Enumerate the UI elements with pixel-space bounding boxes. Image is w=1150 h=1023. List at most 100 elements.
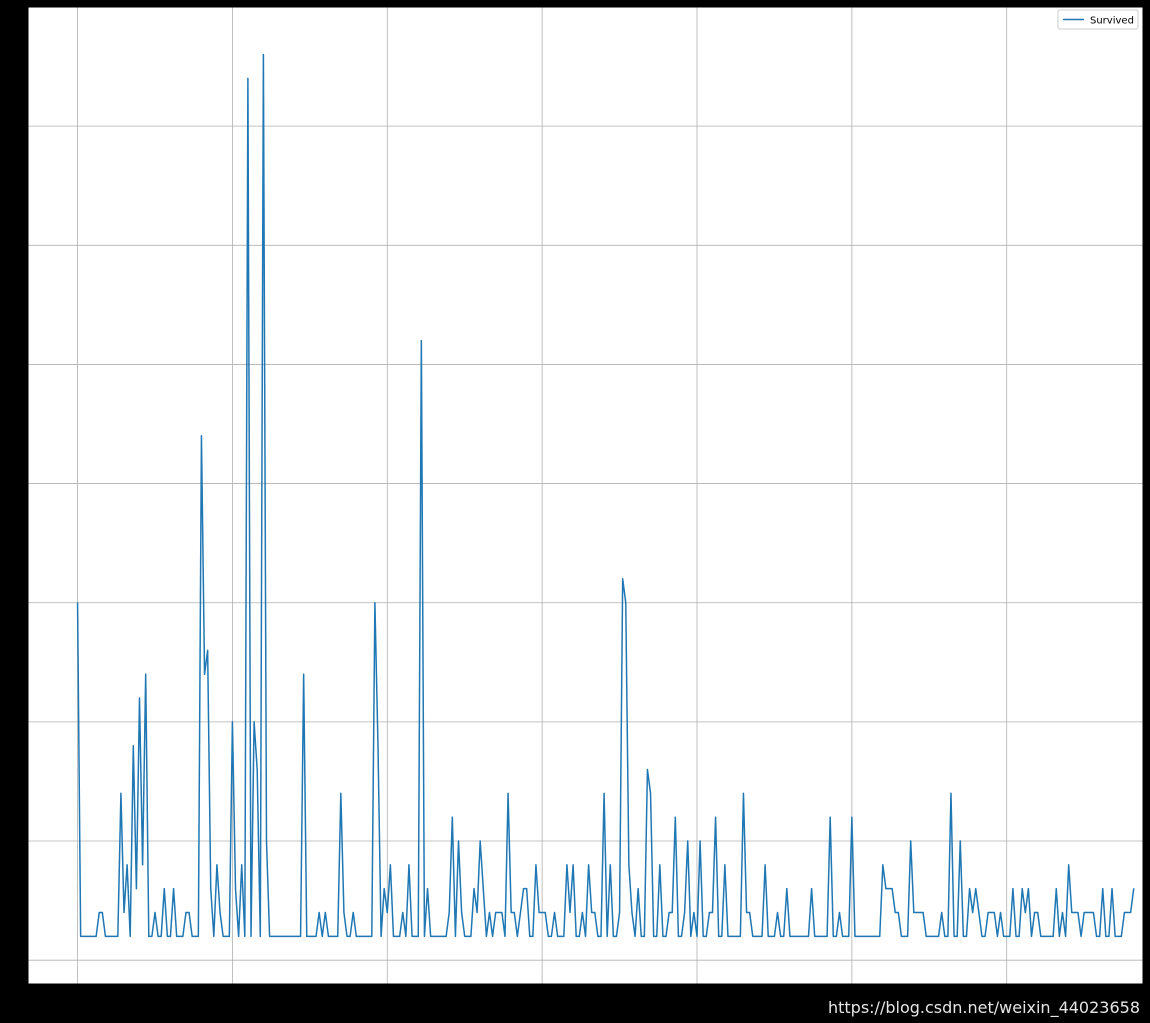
- data-point: [622, 578, 624, 580]
- data-point: [640, 935, 642, 937]
- data-point: [869, 935, 872, 937]
- data-point: [984, 935, 986, 937]
- data-point: [423, 935, 426, 937]
- data-point: [1049, 935, 1051, 937]
- data-point: [395, 935, 398, 937]
- data-point: [690, 935, 692, 937]
- data-point: [262, 54, 264, 56]
- data-point: [306, 935, 308, 937]
- data-point: [1061, 911, 1064, 914]
- data-point: [538, 911, 540, 914]
- data-point: [219, 911, 221, 914]
- data-point: [287, 935, 289, 937]
- data-point: [349, 935, 351, 937]
- data-point: [83, 935, 85, 937]
- data-point: [860, 935, 862, 937]
- data-point: [696, 935, 698, 937]
- data-point: [324, 911, 326, 914]
- data-point: [742, 792, 745, 794]
- data-point: [553, 911, 556, 914]
- data-point: [714, 816, 717, 818]
- data-point: [114, 935, 116, 937]
- data-point: [944, 935, 946, 937]
- data-point: [185, 911, 187, 914]
- data-point: [817, 935, 819, 937]
- data-point: [783, 935, 785, 937]
- data-point: [491, 935, 494, 937]
- data-point: [841, 935, 844, 937]
- data-point: [222, 935, 224, 937]
- data-point: [479, 840, 481, 842]
- data-point: [519, 911, 522, 914]
- data-point: [674, 816, 676, 818]
- data-point: [210, 888, 212, 890]
- data-point: [835, 935, 837, 937]
- data-point: [615, 935, 618, 937]
- data-point: [522, 888, 525, 890]
- data-point: [987, 911, 989, 914]
- data-point: [727, 935, 729, 937]
- data-point: [1034, 911, 1036, 914]
- data-point: [848, 935, 850, 937]
- data-point: [996, 935, 999, 937]
- data-point: [739, 935, 741, 937]
- plot-area: [28, 7, 1143, 984]
- data-point: [1074, 911, 1076, 914]
- data-point: [368, 935, 370, 937]
- data-point: [278, 935, 280, 937]
- data-point: [1024, 911, 1026, 914]
- data-point: [430, 935, 432, 937]
- data-point: [238, 935, 240, 937]
- data-point: [454, 935, 457, 937]
- data-point: [389, 864, 391, 866]
- data-point: [643, 935, 645, 937]
- data-point: [953, 935, 955, 937]
- data-point: [804, 935, 807, 937]
- data-point: [736, 935, 738, 937]
- data-point: [801, 935, 803, 937]
- data-point: [659, 864, 661, 866]
- data-point: [318, 911, 320, 914]
- data-point: [138, 697, 141, 699]
- data-point: [169, 935, 172, 937]
- legend: Survived: [1057, 9, 1139, 30]
- data-point: [879, 935, 881, 937]
- data-point: [160, 935, 162, 937]
- data-point: [752, 935, 754, 937]
- data-point: [485, 935, 487, 937]
- data-point: [392, 935, 395, 937]
- data-point: [900, 935, 903, 937]
- data-point: [213, 935, 215, 937]
- data-point: [296, 935, 299, 937]
- data-point: [965, 935, 968, 937]
- data-point: [888, 888, 890, 890]
- data-point: [907, 935, 909, 937]
- data-point: [699, 840, 701, 842]
- data-point: [1092, 911, 1095, 914]
- data-point: [408, 864, 410, 866]
- data-point: [1111, 888, 1113, 890]
- data-point: [476, 911, 478, 914]
- data-point: [526, 888, 528, 890]
- data-point: [1114, 935, 1116, 937]
- data-point: [1117, 935, 1119, 937]
- data-point: [916, 911, 918, 914]
- data-point: [461, 911, 463, 914]
- data-point: [256, 768, 258, 771]
- data-point: [978, 911, 980, 914]
- data-point: [80, 935, 82, 937]
- data-point: [773, 935, 776, 937]
- data-point: [1009, 935, 1011, 937]
- data-point: [755, 935, 757, 937]
- data-point: [1120, 935, 1122, 937]
- data-point: [845, 935, 847, 937]
- data-point: [1006, 935, 1008, 937]
- data-point: [132, 745, 134, 747]
- data-point: [761, 935, 763, 937]
- data-point: [92, 935, 94, 937]
- data-point: [1123, 911, 1126, 914]
- data-point: [191, 935, 193, 937]
- data-point: [327, 935, 330, 937]
- data-point: [1052, 935, 1054, 937]
- data-point: [578, 935, 580, 937]
